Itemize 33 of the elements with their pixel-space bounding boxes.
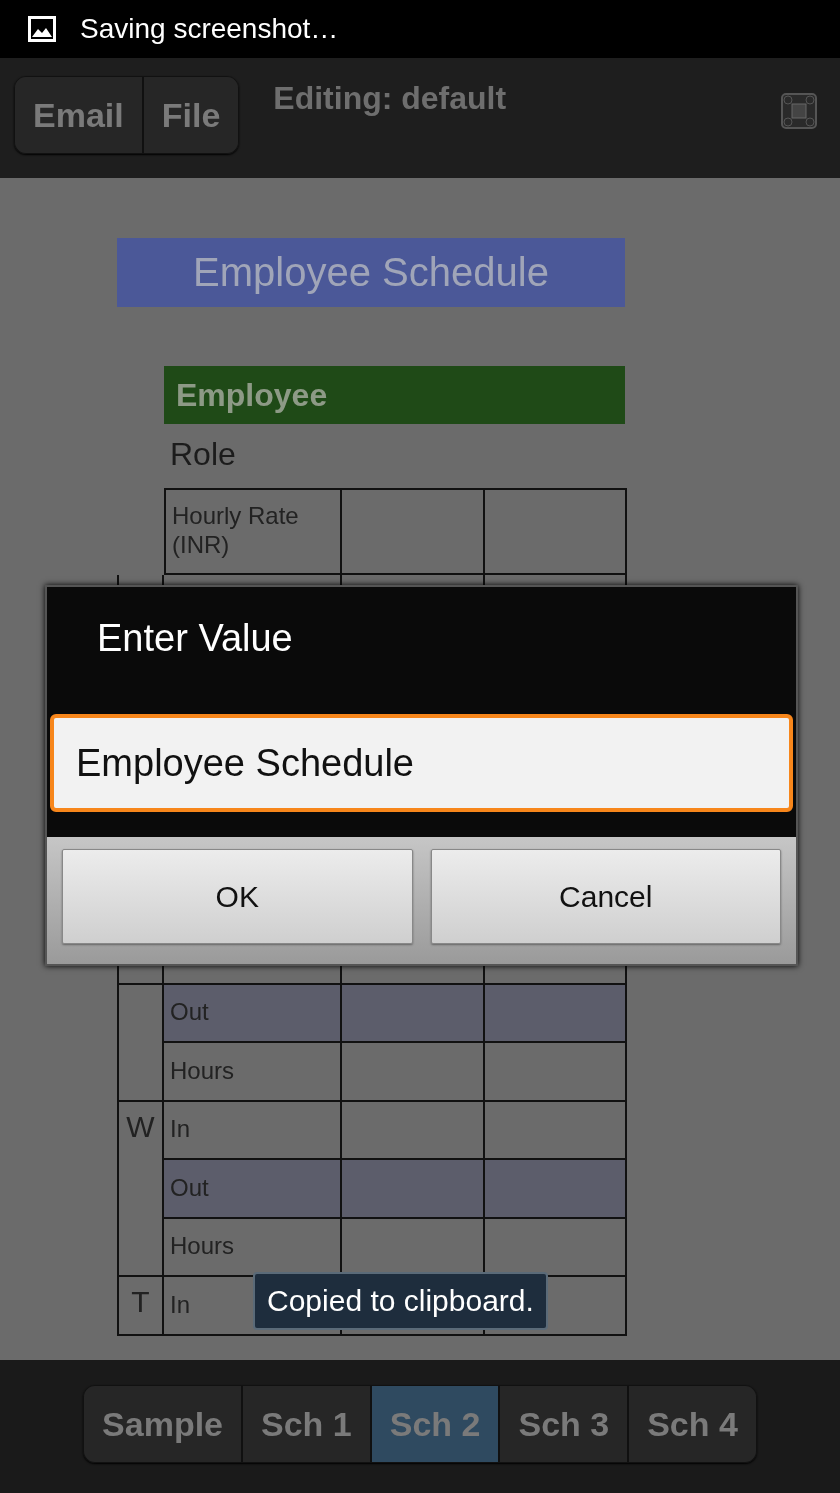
- sheet-tab[interactable]: Sch 1: [243, 1386, 372, 1462]
- table-cell[interactable]: [485, 984, 627, 1043]
- sheet-tab[interactable]: Sample: [84, 1386, 244, 1462]
- table-cell[interactable]: Hourly Rate (INR): [164, 488, 342, 575]
- table-cell[interactable]: [342, 1043, 485, 1102]
- editing-title: Editing: default: [273, 80, 507, 117]
- table-cell[interactable]: [485, 1160, 627, 1219]
- day-label: T: [131, 1285, 150, 1319]
- input-field[interactable]: Employee Schedule: [50, 714, 793, 812]
- table-cell[interactable]: [485, 1043, 627, 1102]
- toolbar-button[interactable]: Email: [15, 77, 144, 153]
- table-cell[interactable]: Out: [164, 984, 342, 1043]
- sheet-tab[interactable]: Sch 4: [629, 1386, 756, 1462]
- day-label: W: [126, 1109, 155, 1144]
- section-header[interactable]: Employee: [164, 366, 625, 424]
- table-cell[interactable]: [342, 984, 485, 1043]
- table-cell[interactable]: [342, 488, 485, 575]
- dialog-button[interactable]: Cancel: [430, 849, 781, 944]
- image-icon: [28, 16, 56, 42]
- toolbar-button[interactable]: File: [143, 77, 239, 153]
- table-cell[interactable]: Hours: [164, 1043, 342, 1102]
- status-text: Saving screenshot…: [80, 13, 339, 45]
- dialog-title: Enter Value: [97, 617, 294, 661]
- table-cell[interactable]: [342, 1160, 485, 1219]
- table-cell[interactable]: [485, 488, 627, 575]
- toast: Copied to clipboard.: [253, 1272, 548, 1330]
- dialog-button[interactable]: OK: [62, 849, 413, 944]
- role-label[interactable]: Role: [170, 436, 840, 488]
- sheet-tab[interactable]: Sch 2: [371, 1386, 501, 1462]
- grid-icon[interactable]: [780, 92, 818, 130]
- sheet-title[interactable]: Employee Schedule: [117, 238, 625, 307]
- sheet-tab[interactable]: Sch 3: [500, 1386, 630, 1462]
- table-cell[interactable]: Out: [164, 1160, 342, 1219]
